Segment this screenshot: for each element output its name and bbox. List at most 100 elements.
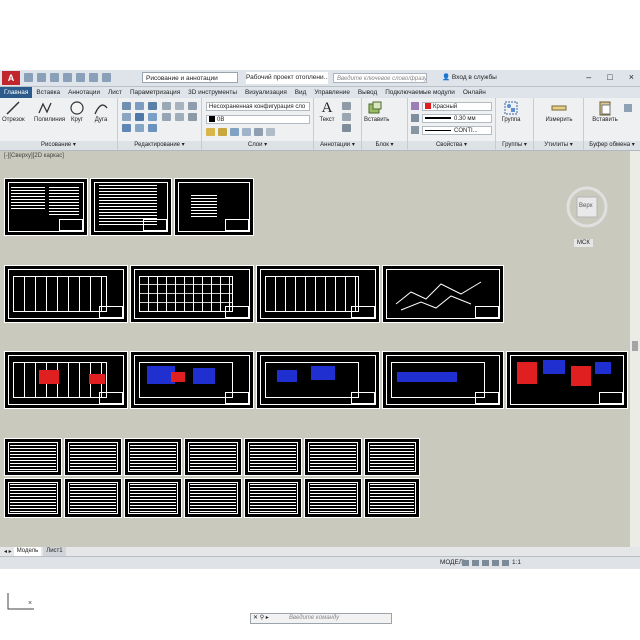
osnap-icon[interactable] xyxy=(502,560,509,566)
layer-lock-icon[interactable] xyxy=(254,128,263,136)
tab-render[interactable]: Визуализация xyxy=(241,87,291,98)
signin-button[interactable]: 👤 Вход в службы xyxy=(442,73,497,83)
heating-plan-sheet[interactable] xyxy=(4,351,128,409)
spec-sheet[interactable] xyxy=(304,478,362,518)
arc-tool-button[interactable]: Дуга xyxy=(90,100,112,123)
layers-panel-title[interactable]: Слои ▾ xyxy=(202,141,313,150)
break-icon[interactable] xyxy=(162,113,171,121)
match-properties-icon[interactable] xyxy=(411,102,419,110)
layer-freeze-icon[interactable] xyxy=(242,128,251,136)
tab-3d-tools[interactable]: 3D инструменты xyxy=(184,87,241,98)
measure-button[interactable]: Измерить xyxy=(542,100,576,123)
spec-sheet[interactable] xyxy=(64,478,122,518)
annotation-scale[interactable]: 1:1 xyxy=(512,558,521,568)
viewcube[interactable]: Верх xyxy=(566,186,608,228)
grid-icon[interactable] xyxy=(472,560,479,566)
scrollbar-thumb[interactable] xyxy=(632,341,638,351)
search-input[interactable]: Введите ключевое слово/фразу xyxy=(333,73,427,83)
undo-icon[interactable] xyxy=(89,73,98,82)
chamfer-icon[interactable] xyxy=(188,113,197,121)
insert-block-button[interactable]: Вставить xyxy=(364,100,389,123)
lineweight-icon[interactable] xyxy=(411,114,419,122)
polyline-tool-button[interactable]: Полилиния xyxy=(34,100,65,123)
dimension-icon[interactable] xyxy=(342,102,351,110)
fillet-icon[interactable] xyxy=(148,113,157,121)
spec-sheet[interactable] xyxy=(64,438,122,476)
snap-icon[interactable] xyxy=(462,560,469,566)
floor-plan-sheet[interactable] xyxy=(256,265,380,323)
layer-dropdown[interactable]: 0В xyxy=(206,115,310,124)
layer-state-dropdown[interactable]: Несохраненная конфигурация сло xyxy=(206,102,310,111)
spec-sheet[interactable] xyxy=(244,438,302,476)
array-icon[interactable] xyxy=(148,124,157,132)
copy-icon[interactable] xyxy=(122,113,131,121)
circle-tool-button[interactable]: Круг xyxy=(66,100,88,123)
model-space-canvas[interactable]: [-][Сверху][2D каркас] Верх МСК × ✕ ⚲ ▸ … xyxy=(0,151,630,624)
layer-properties-icon[interactable] xyxy=(206,128,215,136)
spec-sheet[interactable] xyxy=(364,438,420,476)
floor-plan-sheet[interactable] xyxy=(130,265,254,323)
command-input[interactable]: Введите команду xyxy=(289,614,339,623)
layer-match-icon[interactable] xyxy=(266,128,275,136)
erase-icon[interactable] xyxy=(162,102,171,110)
trim-icon[interactable] xyxy=(148,102,157,110)
rotate-icon[interactable] xyxy=(135,102,144,110)
spec-sheet[interactable] xyxy=(4,438,62,476)
command-close-icon[interactable]: ✕ ⚲ ▸ xyxy=(253,614,269,623)
annotation-panel-title[interactable]: Аннотации ▾ xyxy=(314,141,361,150)
workspace-dropdown[interactable]: Рисование и аннотации xyxy=(142,72,238,83)
drawing-sheet[interactable] xyxy=(4,178,88,236)
paste-button[interactable]: Вставить xyxy=(592,100,618,123)
viewcube-face-top[interactable]: Верх xyxy=(579,203,593,209)
tab-online[interactable]: Онлайн xyxy=(459,87,490,98)
redo-icon[interactable] xyxy=(102,73,111,82)
tab-insert[interactable]: Вставка xyxy=(32,87,64,98)
tab-manage[interactable]: Управление xyxy=(310,87,354,98)
tab-plugins[interactable]: Подключаемые модули xyxy=(381,87,459,98)
lineweight-dropdown[interactable]: 0.30 мм xyxy=(422,114,492,123)
spec-sheet[interactable] xyxy=(124,438,182,476)
drawing-sheet[interactable] xyxy=(90,178,172,236)
vertical-scrollbar[interactable] xyxy=(630,151,640,547)
layer-off-icon[interactable] xyxy=(218,128,227,136)
layer-isolate-icon[interactable] xyxy=(230,128,239,136)
explode-icon[interactable] xyxy=(175,102,184,110)
edit-panel-title[interactable]: Редактирование ▾ xyxy=(118,141,201,150)
command-line[interactable]: ✕ ⚲ ▸ Введите команду xyxy=(250,613,392,624)
table-icon[interactable] xyxy=(342,124,351,132)
spec-sheet[interactable] xyxy=(184,478,242,518)
spec-sheet[interactable] xyxy=(304,438,362,476)
open-icon[interactable] xyxy=(37,73,46,82)
mirror-icon[interactable] xyxy=(135,113,144,121)
close-button[interactable]: × xyxy=(629,72,634,83)
tab-view[interactable]: Вид xyxy=(291,87,311,98)
tab-output[interactable]: Вывод xyxy=(354,87,381,98)
tab-home[interactable]: Главная xyxy=(0,87,33,98)
scheme-sheet[interactable] xyxy=(382,265,504,323)
application-menu-button[interactable]: A xyxy=(2,71,20,85)
print-icon[interactable] xyxy=(76,73,85,82)
save-icon[interactable] xyxy=(50,73,59,82)
polar-icon[interactable] xyxy=(492,560,499,566)
group-button[interactable]: Группа xyxy=(500,100,522,123)
spec-sheet[interactable] xyxy=(124,478,182,518)
wcs-menu[interactable]: МСК xyxy=(574,239,593,247)
color-dropdown[interactable]: Красный xyxy=(422,102,492,111)
copy-clip-icon[interactable] xyxy=(624,104,632,112)
saveas-icon[interactable] xyxy=(63,73,72,82)
maximize-button[interactable]: □ xyxy=(607,72,612,83)
spec-sheet[interactable] xyxy=(244,478,302,518)
viewport-controls[interactable]: [-][Сверху][2D каркас] xyxy=(4,153,64,159)
heating-plan-sheet[interactable] xyxy=(382,351,504,409)
spec-sheet[interactable] xyxy=(364,478,420,518)
heating-plan-sheet[interactable] xyxy=(506,351,628,409)
drawing-sheet[interactable] xyxy=(174,178,254,236)
tab-nav-arrows[interactable]: ◂ ▸ xyxy=(4,548,12,555)
linetype-icon[interactable] xyxy=(411,126,419,134)
text-tool-button[interactable]: A Текст xyxy=(316,100,338,124)
block-panel-title[interactable]: Блок ▾ xyxy=(362,141,407,150)
spec-sheet[interactable] xyxy=(4,478,62,518)
tab-layout1[interactable]: Лист1 xyxy=(43,547,66,556)
move-icon[interactable] xyxy=(122,102,131,110)
stretch-icon[interactable] xyxy=(122,124,131,132)
